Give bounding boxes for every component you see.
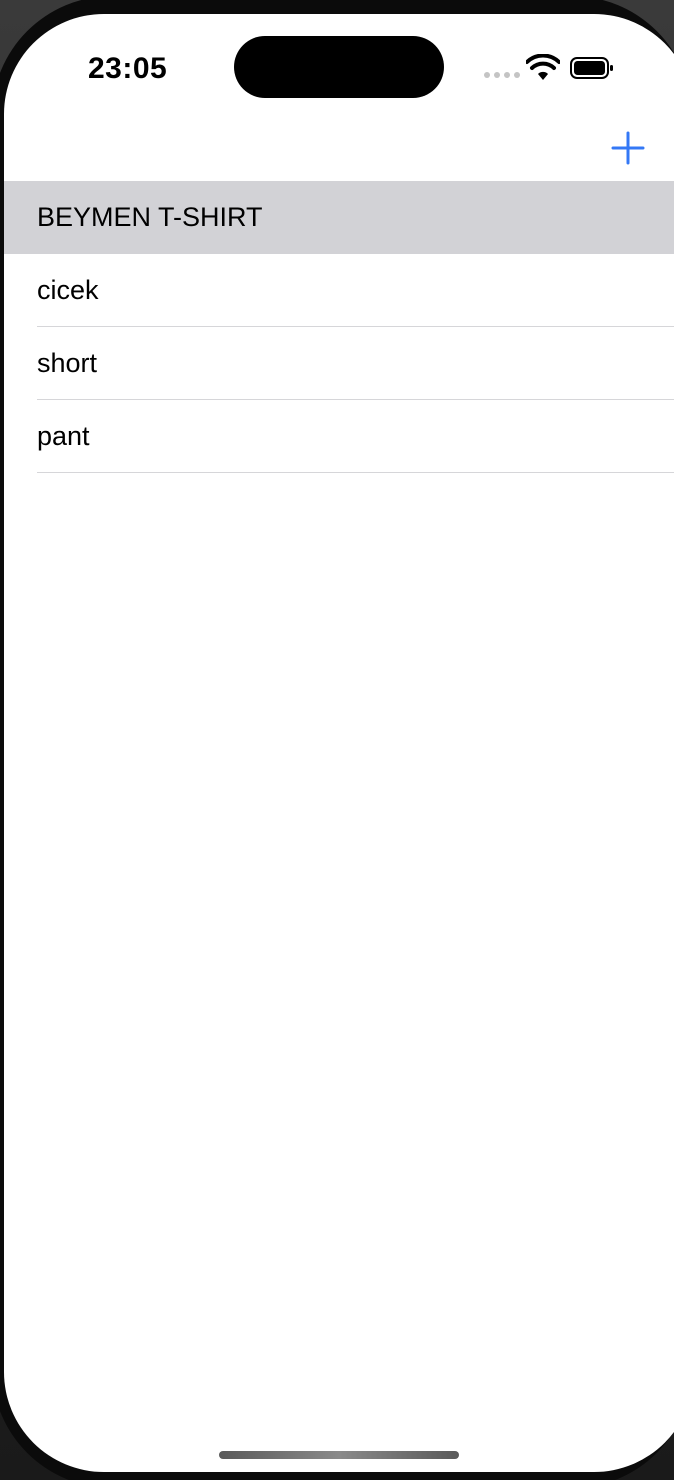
home-indicator[interactable] (219, 1451, 459, 1459)
list-item[interactable]: cicek (4, 254, 674, 327)
list-item[interactable]: short (4, 327, 674, 400)
list-item-label: short (37, 348, 98, 378)
add-button[interactable] (608, 128, 648, 168)
list-item-label: BEYMEN T-SHIRT (37, 202, 263, 232)
device-frame: 23:05 BEYMEN T-SHIRT cicek short pant (0, 0, 674, 1480)
plus-icon (611, 131, 645, 165)
item-list: BEYMEN T-SHIRT cicek short pant (4, 181, 674, 473)
list-item-label: cicek (37, 275, 99, 305)
list-item[interactable]: pant (4, 400, 674, 473)
wifi-icon (526, 54, 560, 80)
list-item-label: pant (37, 421, 90, 451)
battery-icon (570, 57, 613, 79)
app-screen: 23:05 BEYMEN T-SHIRT cicek short pant (4, 14, 674, 1472)
cellular-signal-icon (484, 72, 520, 78)
dynamic-island (234, 36, 444, 98)
row-divider (37, 472, 674, 473)
list-item[interactable]: BEYMEN T-SHIRT (4, 181, 674, 254)
status-time: 23:05 (88, 52, 168, 85)
